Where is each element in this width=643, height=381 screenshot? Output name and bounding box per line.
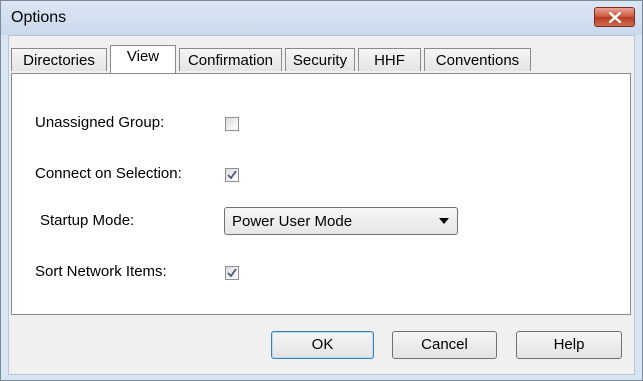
cancel-button[interactable]: Cancel — [392, 331, 497, 359]
dialog-client-area: Directories View Confirmation Security H… — [8, 35, 635, 375]
unassigned-group-checkbox[interactable] — [225, 117, 239, 131]
close-icon — [609, 12, 621, 23]
tab-directories[interactable]: Directories — [11, 48, 107, 71]
sort-network-items-checkbox[interactable] — [225, 266, 239, 280]
tab-strip: Directories View Confirmation Security H… — [11, 45, 631, 75]
tab-security[interactable]: Security — [285, 48, 355, 71]
unassigned-group-label: Unassigned Group: — [35, 114, 165, 131]
tab-view[interactable]: View — [110, 45, 176, 73]
startup-mode-label: Startup Mode: — [40, 212, 135, 229]
check-mark-icon — [227, 170, 237, 180]
startup-mode-select[interactable]: Power User Mode — [224, 207, 458, 235]
window-title: Options — [11, 9, 67, 26]
options-dialog: Options Directories View Confirmation Se… — [0, 0, 643, 381]
close-button[interactable] — [594, 7, 635, 27]
title-bar[interactable]: Options — [1, 1, 642, 35]
view-tab-panel: Unassigned Group: Connect on Selection: … — [11, 73, 631, 315]
connect-on-selection-checkbox[interactable] — [225, 168, 239, 182]
tab-conventions[interactable]: Conventions — [424, 48, 531, 71]
ok-button[interactable]: OK — [271, 331, 374, 359]
connect-on-selection-label: Connect on Selection: — [35, 165, 182, 182]
startup-mode-value: Power User Mode — [232, 213, 353, 230]
sort-network-items-label: Sort Network Items: — [35, 263, 167, 280]
tab-hhf[interactable]: HHF — [358, 48, 421, 71]
chevron-down-icon — [439, 218, 449, 224]
check-mark-icon — [227, 268, 237, 278]
help-button[interactable]: Help — [516, 331, 622, 359]
tab-confirmation[interactable]: Confirmation — [179, 48, 282, 71]
